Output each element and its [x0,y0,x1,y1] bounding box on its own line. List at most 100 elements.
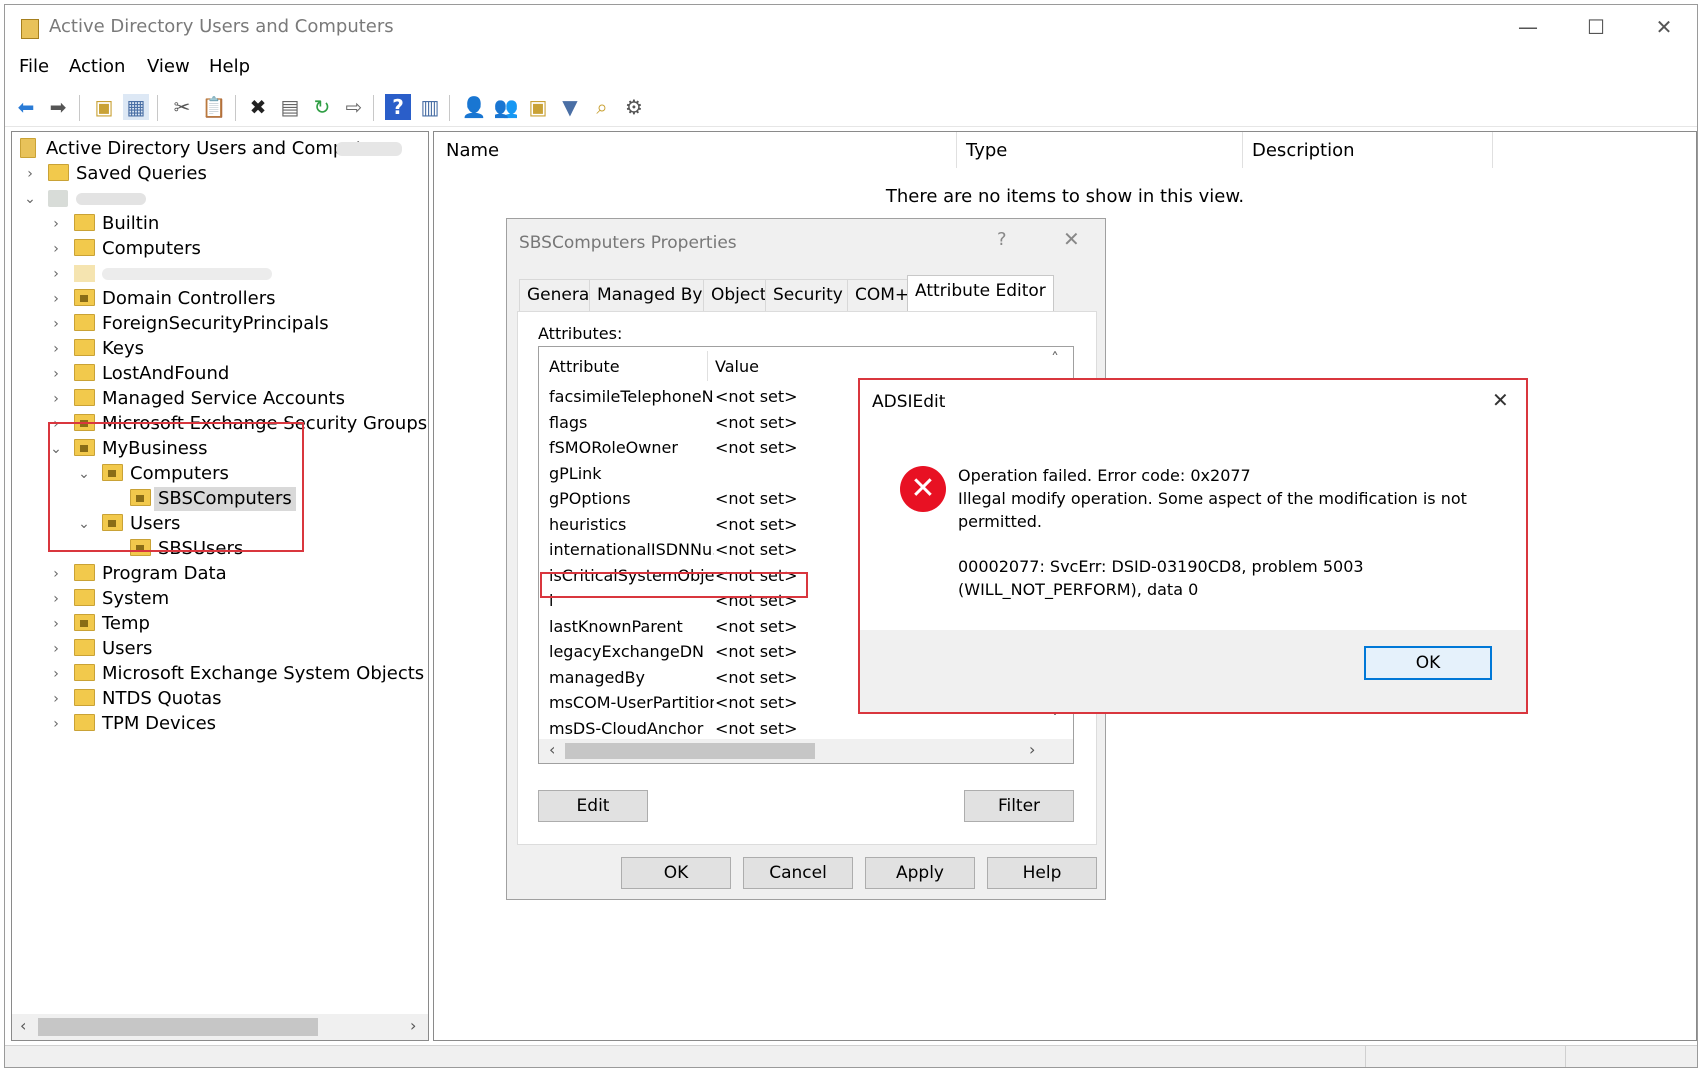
tree-item-lost-and-found[interactable]: › LostAndFound [18,361,418,387]
tree-domain[interactable]: ⌄ [18,186,418,212]
chevron-right-icon[interactable]: › [48,661,64,687]
add-member-icon[interactable]: ⚙ [621,94,647,120]
tab-object[interactable]: Object [703,279,775,311]
help-icon[interactable]: ? [997,229,1007,250]
column-description[interactable]: Description [1252,140,1355,161]
chevron-right-icon[interactable]: › [48,361,64,387]
chevron-right-icon[interactable]: › [48,386,64,412]
tree-item-users[interactable]: › Users [18,636,418,662]
error-icon: ✕ [900,466,946,512]
maximize-button[interactable]: ☐ [1565,11,1627,45]
toolbar: ⬅ ➡ ▣ ▦ ✂ 📋 ✖ ▤ ↻ ⇨ ? ▥ 👤 👥 ▣ ▼ ⌕ ⚙ [5,87,1697,127]
close-icon[interactable]: ✕ [1492,388,1509,412]
menu-action[interactable]: Action [69,56,125,77]
minimize-button[interactable]: — [1497,11,1559,45]
scroll-left-icon[interactable]: ‹ [20,1016,26,1035]
show-tree-icon[interactable]: ▦ [123,94,149,120]
filter-icon[interactable]: ▼ [557,94,583,120]
cancel-button[interactable]: Cancel [743,857,853,889]
tree-item-temp[interactable]: › Temp [18,611,418,637]
refresh-icon[interactable]: ↻ [309,94,335,120]
apply-button[interactable]: Apply [865,857,975,889]
chevron-right-icon[interactable]: › [48,261,64,287]
new-ou-icon[interactable]: ▣ [525,94,551,120]
view-icon[interactable]: ▥ [417,94,443,120]
attribute-row[interactable]: msDS-CloudAnchor <not set> [539,717,1039,741]
tree-item-keys[interactable]: › Keys [18,336,418,362]
ou-folder-icon [74,614,95,631]
chevron-right-icon[interactable]: › [48,711,64,737]
export-icon[interactable]: ⇨ [341,94,367,120]
delete-icon[interactable]: ✖ [245,94,271,120]
chevron-right-icon[interactable]: › [48,211,64,237]
menu-file[interactable]: File [19,56,49,77]
chevron-down-icon[interactable]: ⌄ [22,186,38,212]
domain-icon [48,190,68,207]
error-ok-button[interactable]: OK [1364,646,1492,680]
column-value[interactable]: Value [715,357,759,376]
new-user-icon[interactable]: 👤 [461,94,487,120]
attributes-horizontal-scrollbar[interactable]: ‹ › [539,739,1073,763]
menu-help[interactable]: Help [209,56,250,77]
attribute-value: <not set> [715,412,798,432]
attribute-name: msCOM-UserPartition... [549,693,714,712]
chevron-right-icon[interactable]: › [48,336,64,362]
tree-item-program-data[interactable]: › Program Data [18,561,418,587]
console-tree: Active Directory Users and Computers › S… [11,131,429,1041]
column-name[interactable]: Name [446,140,499,161]
chevron-right-icon[interactable]: › [48,686,64,712]
tree-item-exchange-system-objects[interactable]: › Microsoft Exchange System Objects [18,661,428,687]
tree-item-system[interactable]: › System [18,586,418,612]
filter-button[interactable]: Filter [964,790,1074,822]
attribute-value: <not set> [715,667,798,687]
tree-saved-queries[interactable]: › Saved Queries [18,161,418,187]
tree-item-domain-controllers[interactable]: › Domain Controllers [18,286,418,312]
chevron-right-icon[interactable]: › [48,286,64,312]
tree-item-computers[interactable]: › Computers [18,236,418,262]
aduc-icon [20,138,36,158]
tree-item-managed-service-accounts[interactable]: › Managed Service Accounts [18,386,418,412]
back-icon[interactable]: ⬅ [13,94,39,120]
column-type[interactable]: Type [966,140,1007,161]
find-icon[interactable]: ⌕ [589,94,615,120]
cut-icon[interactable]: ✂ [169,94,195,120]
close-button[interactable]: ✕ [1633,11,1695,45]
chevron-right-icon[interactable]: › [48,586,64,612]
help-button[interactable]: Help [987,857,1097,889]
new-group-icon[interactable]: 👥 [493,94,519,120]
chevron-right-icon[interactable]: › [48,611,64,637]
scroll-thumb[interactable] [38,1018,318,1036]
ok-button[interactable]: OK [621,857,731,889]
forward-icon[interactable]: ➡ [45,94,71,120]
up-folder-icon[interactable]: ▣ [91,94,117,120]
attribute-name: flags [549,412,588,432]
tab-managed-by[interactable]: Managed By [589,279,711,311]
tree-item-ntds-quotas[interactable]: › NTDS Quotas [18,686,418,712]
copy-icon[interactable]: 📋 [201,94,227,120]
menu-view[interactable]: View [147,56,190,77]
chevron-right-icon[interactable]: › [48,561,64,587]
chevron-right-icon[interactable]: › [48,311,64,337]
tree-item-tpm-devices[interactable]: › TPM Devices [18,711,418,737]
scroll-left-icon[interactable]: ‹ [549,740,555,759]
scroll-up-icon[interactable]: ˄ [1051,349,1059,368]
scroll-right-icon[interactable]: › [1029,740,1035,759]
close-icon[interactable]: ✕ [1063,227,1080,251]
tree-horizontal-scrollbar[interactable]: ‹ › [12,1014,428,1040]
tab-attribute-editor[interactable]: Attribute Editor [907,275,1054,312]
tree-root[interactable]: Active Directory Users and Computers [18,136,418,162]
scroll-thumb[interactable] [565,743,815,759]
chevron-right-icon[interactable]: › [48,636,64,662]
scroll-right-icon[interactable]: › [410,1016,416,1035]
chevron-right-icon[interactable]: › [22,161,38,187]
help-icon[interactable]: ? [385,94,411,120]
chevron-right-icon[interactable]: › [48,236,64,262]
tree-item-builtin[interactable]: › Builtin [18,211,418,237]
error-dialog-footer: OK [860,630,1526,712]
tree-item-foreign-security-principals[interactable]: › ForeignSecurityPrincipals [18,311,418,337]
tree-item-redacted[interactable]: › [18,261,418,287]
column-attribute[interactable]: Attribute [549,357,620,376]
edit-button[interactable]: Edit [538,790,648,822]
properties-icon[interactable]: ▤ [277,94,303,120]
tab-security[interactable]: Security [765,279,851,311]
